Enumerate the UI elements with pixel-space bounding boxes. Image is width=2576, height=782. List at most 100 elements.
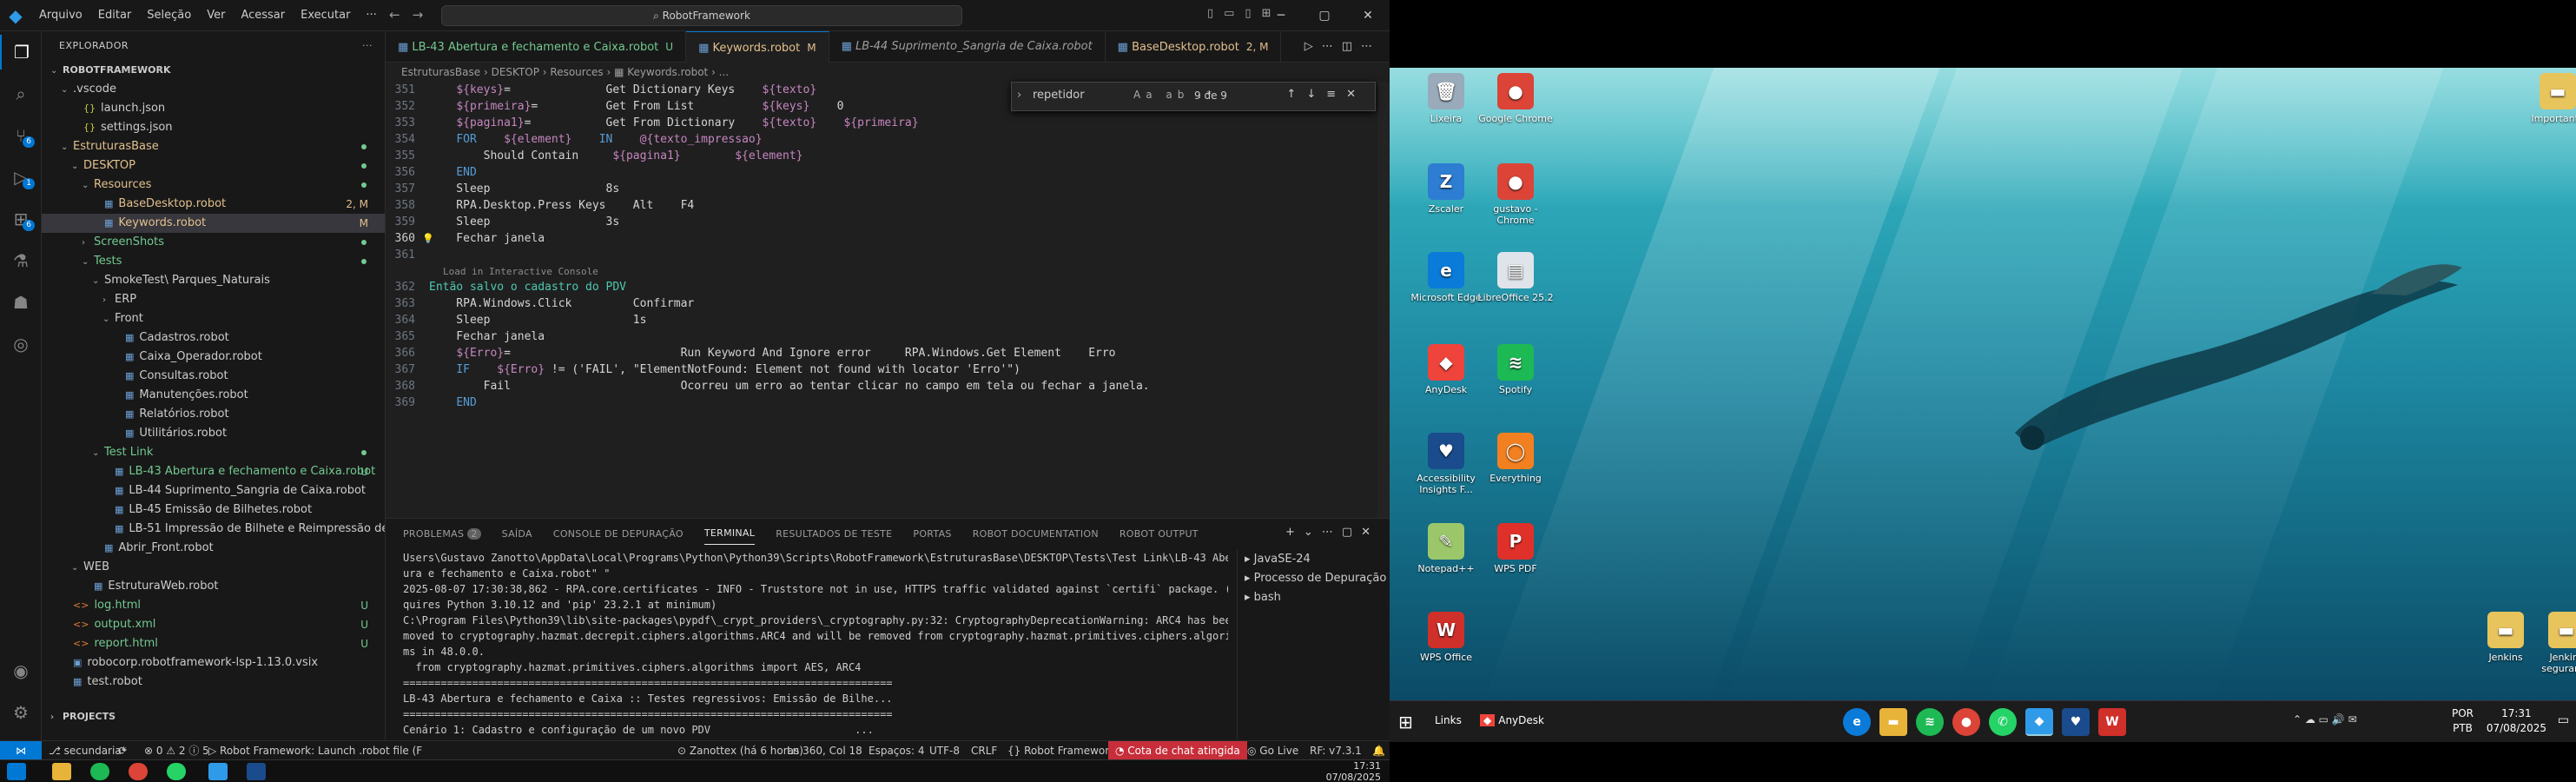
minimap[interactable] (1377, 82, 1390, 518)
tree-item[interactable]: ⌄ SmokeTest\ Parques_Naturais (42, 271, 385, 290)
line-ending[interactable]: CRLF (971, 741, 997, 760)
git-blame[interactable]: ⊙ Zanottex (há 6 horas) (677, 741, 803, 760)
code-line[interactable]: 359 Sleep 3s (386, 214, 1384, 230)
windows-start-icon[interactable] (7, 763, 26, 780)
desktop-icon[interactable]: ✎ Notepad++ (1407, 523, 1485, 574)
copilot-icon[interactable]: ◎ (0, 327, 42, 361)
wps-office-icon[interactable]: W (2098, 708, 2126, 736)
tree-item[interactable]: ▦ LB-43 Abertura e fechamento e Caixa.rob… (42, 462, 385, 481)
edge-icon[interactable]: e (1843, 708, 1871, 736)
desktop-icon[interactable]: ● gustavo - Chrome (1476, 163, 1555, 226)
sync-icon[interactable]: ⟳ (118, 741, 127, 760)
menu-item-3[interactable]: Ver (199, 0, 233, 31)
nav-arrows-icon[interactable]: ←→ (389, 7, 435, 23)
launch-status[interactable]: ▷ Robot Framework: Launch .robot file (F (208, 741, 422, 760)
panel-actions[interactable]: +⌄⋯▢✕ (1285, 526, 1379, 539)
file-explorer-icon[interactable]: ▬ (1879, 708, 1907, 736)
accessibility-insights-icon[interactable]: ♥ (2062, 708, 2090, 736)
panel-tab[interactable]: TERMINAL (703, 527, 756, 545)
desktop-icon[interactable]: 🗑 Lixeira (1407, 73, 1485, 124)
code-line[interactable]: 366 ${Erro}= Run Keyword And Ignore erro… (386, 345, 1384, 361)
settings-gear-icon[interactable]: ⚙ (0, 695, 42, 730)
more-actions-icon[interactable]: ··· (362, 31, 373, 61)
go-live[interactable]: ◎ Go Live (1247, 741, 1298, 760)
tree-item[interactable]: {} launch.json (42, 99, 385, 118)
whatsapp-icon[interactable] (167, 763, 186, 780)
tree-item[interactable]: <> output.xml U (42, 615, 385, 634)
tree-item[interactable]: ⌄ .vscode (42, 80, 385, 99)
code-line[interactable]: 357 Sleep 8s (386, 181, 1384, 197)
terminal-instance[interactable]: ▸ bash (1238, 588, 1390, 607)
terminal-instance[interactable]: ▸ JavaSE-24 (1238, 550, 1390, 569)
extensions-icon[interactable]: ⊞ 6 (0, 202, 42, 236)
find-nav-icons[interactable]: ↑↓≡✕ (1286, 88, 1366, 101)
accessibility-insights-icon[interactable] (247, 763, 266, 780)
tray-icons[interactable]: ⌃ ☁ ▭ 🔊 ✉ (2293, 713, 2357, 726)
whatsapp-icon[interactable]: ✆ (1989, 708, 2017, 736)
tree-item[interactable]: ⌄ Tests (42, 252, 385, 271)
tree-item[interactable]: ▦ Utilitários.robot (42, 424, 385, 443)
problems-status[interactable]: ⊗ 0 ⚠ 2 ⓘ 5 (144, 741, 209, 760)
panel-tab[interactable]: SAÍDA (502, 528, 532, 540)
code-line[interactable]: 362 Então salvo o cadastro do PDV (386, 279, 1384, 295)
tree-item[interactable]: ▦ LB-44 Suprimento_Sangria de Caixa.robot (42, 481, 385, 500)
tree-item[interactable]: ▦ BaseDesktop.robot 2, M (42, 195, 385, 214)
panel-tab[interactable]: RESULTADOS DE TESTE (776, 528, 892, 540)
chrome-icon[interactable]: ● (1952, 708, 1980, 736)
menu-item-5[interactable]: Executar (293, 0, 358, 31)
terminal-instance[interactable]: ▸ Processo de Depuração (1238, 569, 1390, 588)
menu-item-1[interactable]: Editar (90, 0, 140, 31)
tree-item[interactable]: ▦ test.robot (42, 673, 385, 692)
terminal-output[interactable]: Users\Gustavo Zanotto\AppData\Local\Prog… (403, 550, 1228, 741)
breadcrumb[interactable]: EstruturasBase › DESKTOP › Resources › ▦… (386, 63, 1390, 82)
tree-item[interactable]: ▦ LB-51 Impressão de Bilhete e Reimpressã… (42, 520, 385, 539)
code-line[interactable]: 363 RPA.Windows.Click Confirmar (386, 295, 1384, 312)
tree-item[interactable]: ⌄ ROBOTFRAMEWORK (42, 61, 385, 80)
panel-tab[interactable]: ROBOT OUTPUT (1120, 528, 1199, 540)
testing-icon[interactable]: ⚗ (0, 243, 42, 278)
tree-item[interactable]: ⌄ Resources (42, 176, 385, 195)
tree-item[interactable]: ▦ Keywords.robot M (42, 214, 385, 233)
notifications-icon[interactable]: 🔔 (1372, 741, 1385, 760)
robot-icon[interactable]: ☗ (0, 285, 42, 320)
input-language[interactable]: POR PTB (2452, 706, 2474, 736)
start-button-icon[interactable]: ⊞ (1398, 712, 1413, 732)
tree-item[interactable]: ⌄ Test Link (42, 443, 385, 462)
remote-icon[interactable]: ⋈ (0, 741, 42, 760)
code-line[interactable]: 356 END (386, 164, 1384, 181)
menu-item-0[interactable]: Arquivo (31, 0, 90, 31)
chat-quota-warning[interactable]: ◔ Cota de chat atingida (1108, 741, 1247, 760)
minimize-button[interactable]: ─ (1259, 0, 1303, 31)
links-toolbar[interactable]: Links (1435, 714, 1462, 726)
desktop-icon[interactable]: ♥ Accessibility Insights F... (1407, 433, 1485, 495)
desktop-icon[interactable]: ◯ Everything (1476, 433, 1555, 484)
desktop-icon[interactable]: ▬ Jenkins segurança (2527, 612, 2576, 674)
code-line[interactable]: 355 Should Contain ${pagina1} ${element} (386, 148, 1384, 164)
desktop-icon[interactable]: ◆ AnyDesk (1407, 344, 1485, 395)
projects-section[interactable]: › PROJECTS (42, 707, 385, 726)
menu-item-2[interactable]: Seleção (139, 0, 199, 31)
menu-item-6[interactable]: ··· (358, 0, 384, 31)
tree-item[interactable]: {} settings.json (42, 118, 385, 137)
tree-item[interactable]: ▦ Manutenções.robot (42, 386, 385, 405)
tree-item[interactable]: ▦ Caixa_Operador.robot (42, 348, 385, 367)
encoding[interactable]: UTF-8 (929, 741, 960, 760)
chevron-right-icon[interactable]: › (1017, 89, 1021, 102)
code-line[interactable]: 358 RPA.Desktop.Press Keys Alt F4 (386, 197, 1384, 214)
command-center-search[interactable]: ⌕ RobotFramework (441, 5, 962, 26)
tree-item[interactable]: ▦ Cadastros.robot (42, 328, 385, 348)
indentation[interactable]: Espaços: 4 (869, 741, 925, 760)
tree-item[interactable]: ⌄ Front (42, 309, 385, 328)
tree-item[interactable]: › ERP (42, 290, 385, 309)
code-line[interactable]: 353 ${pagina1}= Get From Dictionary ${te… (386, 115, 1384, 131)
maximize-button[interactable]: ▢ (1303, 0, 1346, 31)
file-explorer-icon[interactable] (52, 763, 71, 780)
editor-tab[interactable]: ▦ Keywords.robot M (686, 31, 829, 63)
taskbar-clock[interactable]: 17:31 07/08/2025 (2487, 706, 2546, 736)
desktop-icon[interactable]: Z Zscaler (1407, 163, 1485, 215)
run-debug-icon[interactable]: ▷ 1 (0, 160, 42, 195)
tree-item[interactable]: ⌄ DESKTOP (42, 156, 385, 176)
notification-icon[interactable]: ▭ (2558, 713, 2569, 727)
editor-tab[interactable]: ▦ BaseDesktop.robot 2, M (1106, 31, 1282, 63)
cursor-position[interactable]: Ln 360, Col 18 (787, 741, 862, 760)
